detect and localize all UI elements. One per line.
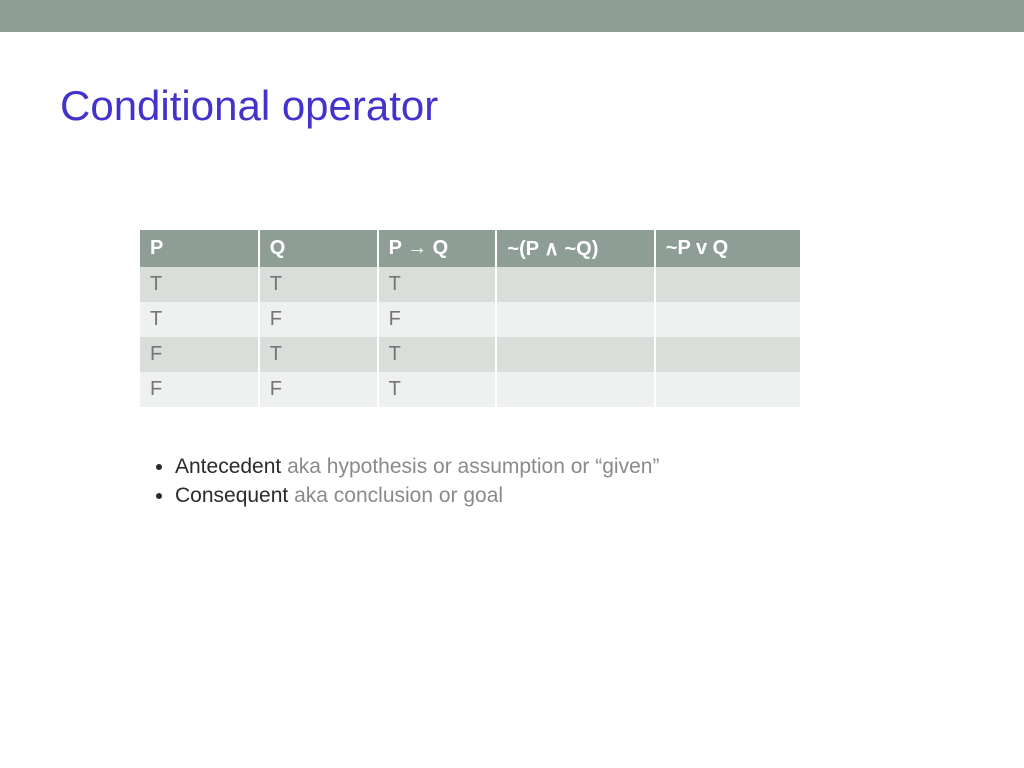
list-item: Consequent aka conclusion or goal	[175, 481, 964, 510]
cell	[655, 337, 800, 372]
col-header-not-p-and-not-q: ~(P ∧ ~Q)	[496, 230, 654, 267]
table-header-row: P Q P → Q ~(P ∧ ~Q) ~P v Q	[140, 230, 800, 267]
term-antecedent: Antecedent	[175, 455, 281, 478]
cell	[655, 267, 800, 302]
cell	[496, 302, 654, 337]
cell	[496, 267, 654, 302]
col-header-not-p-or-q: ~P v Q	[655, 230, 800, 267]
cell: T	[140, 267, 259, 302]
col-header-p-imp-q: P → Q	[378, 230, 497, 267]
slide-title: Conditional operator	[60, 82, 964, 130]
cell: T	[259, 267, 378, 302]
cell: F	[140, 372, 259, 407]
col-header-p: P	[140, 230, 259, 267]
slide-content: Conditional operator P Q P → Q ~(P ∧ ~Q)…	[0, 32, 1024, 511]
col-header-q: Q	[259, 230, 378, 267]
cell: T	[378, 337, 497, 372]
cell	[655, 372, 800, 407]
table-row: F F T	[140, 372, 800, 407]
cell: F	[259, 302, 378, 337]
truth-table: P Q P → Q ~(P ∧ ~Q) ~P v Q T T T T F	[140, 230, 800, 407]
cell: F	[140, 337, 259, 372]
list-item: Antecedent aka hypothesis or assumption …	[175, 452, 964, 481]
cell: T	[378, 372, 497, 407]
cell	[496, 372, 654, 407]
cell: F	[378, 302, 497, 337]
definition-list: Antecedent aka hypothesis or assumption …	[155, 452, 964, 511]
aka-consequent: aka conclusion or goal	[288, 484, 503, 507]
cell: F	[259, 372, 378, 407]
truth-table-wrap: P Q P → Q ~(P ∧ ~Q) ~P v Q T T T T F	[140, 230, 800, 407]
cell	[496, 337, 654, 372]
term-consequent: Consequent	[175, 484, 288, 507]
table-row: T F F	[140, 302, 800, 337]
cell	[655, 302, 800, 337]
table-row: T T T	[140, 267, 800, 302]
cell: T	[140, 302, 259, 337]
cell: T	[378, 267, 497, 302]
table-row: F T T	[140, 337, 800, 372]
top-bar	[0, 0, 1024, 32]
aka-antecedent: aka hypothesis or assumption or “given”	[281, 455, 659, 478]
cell: T	[259, 337, 378, 372]
